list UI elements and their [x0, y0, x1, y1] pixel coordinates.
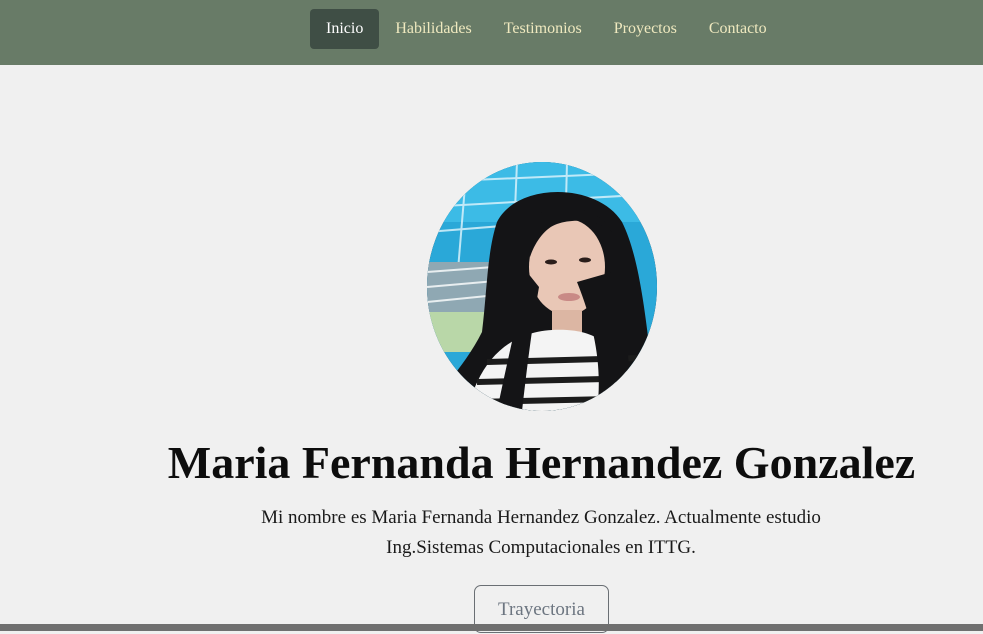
intro-line-2: Ing.Sistemas Computacionales en ITTG.: [386, 537, 696, 558]
intro-text: Mi nombre es Maria Fernanda Hernandez Go…: [241, 503, 841, 563]
profile-photo: [427, 162, 657, 411]
navbar: Inicio Habilidades Testimonios Proyectos…: [0, 0, 983, 65]
page-title: Maria Fernanda Hernandez Gonzalez: [167, 437, 916, 488]
nav-item-proyectos[interactable]: Proyectos: [598, 9, 693, 49]
nav-item-habilidades[interactable]: Habilidades: [379, 9, 487, 49]
hero-section: Maria Fernanda Hernandez Gonzalez Mi nom…: [0, 65, 983, 633]
horizontal-scrollbar[interactable]: [0, 624, 983, 631]
nav-item-testimonios[interactable]: Testimonios: [488, 9, 598, 49]
nav-item-inicio[interactable]: Inicio: [310, 9, 380, 49]
nav-menu: Inicio Habilidades Testimonios Proyectos…: [310, 9, 783, 49]
intro-line-1: Mi nombre es Maria Fernanda Hernandez Go…: [261, 507, 821, 528]
nav-item-contacto[interactable]: Contacto: [693, 9, 783, 49]
